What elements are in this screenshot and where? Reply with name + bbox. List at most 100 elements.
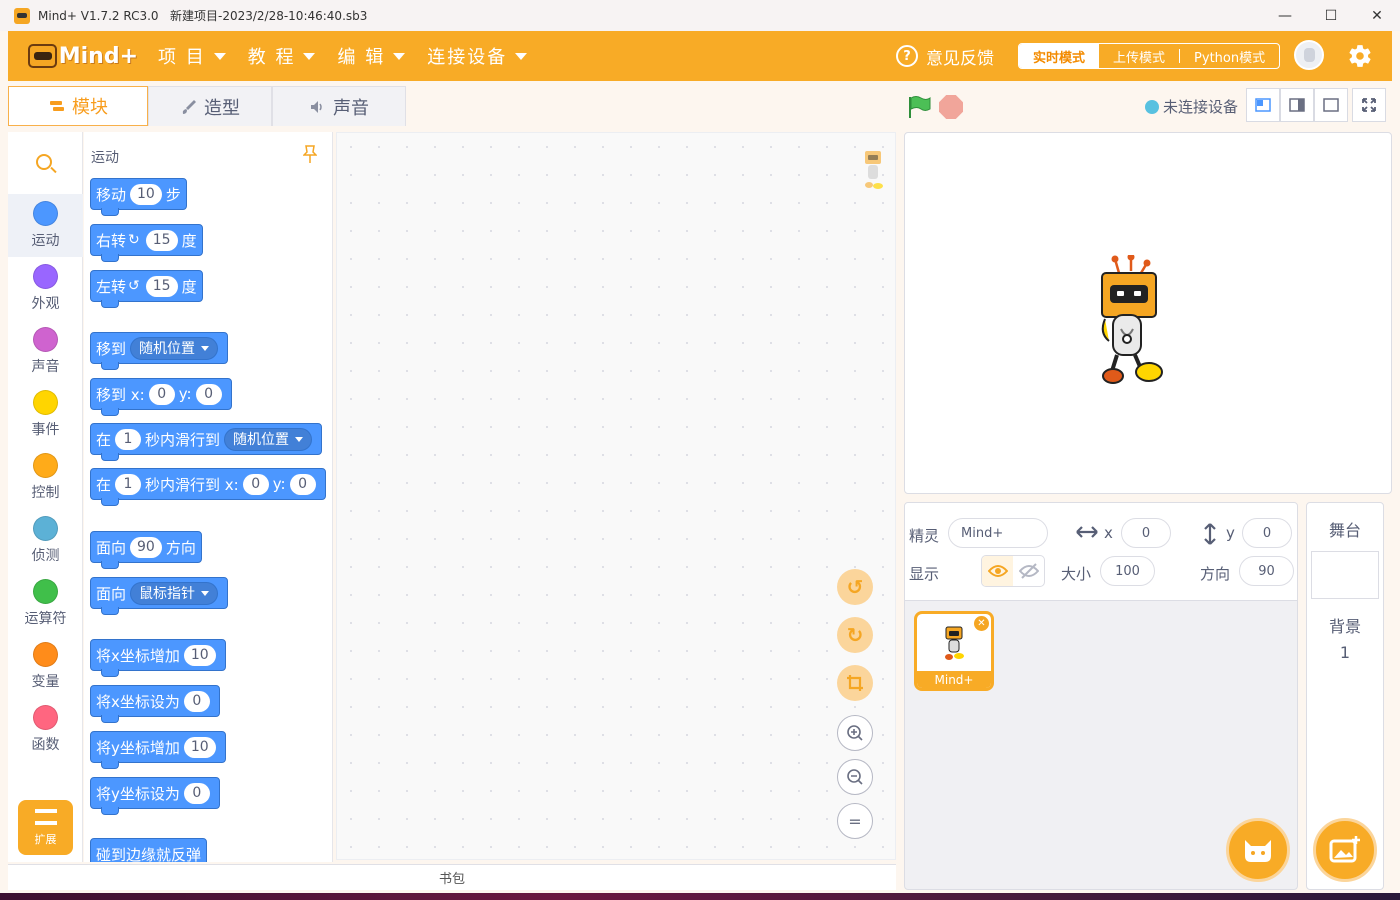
horizontal-arrows-icon [1076,526,1098,538]
looks-dot-icon [33,264,58,289]
block-set-y[interactable]: 将y坐标设为 0 [90,777,220,815]
block-turn-right[interactable]: 右转 ↻ 15 度 [90,224,203,262]
block-input[interactable]: 15 [145,229,178,251]
show-button[interactable] [982,556,1013,586]
block-input[interactable]: 1 [115,473,142,495]
backpack-bar[interactable]: 书包 [8,864,896,890]
block-goto-xy[interactable]: 移到 x: 0 y: 0 [90,378,232,416]
block-set-x[interactable]: 将x坐标设为 0 [90,685,220,723]
category-sound[interactable]: 声音 [8,320,83,383]
block-input[interactable]: 10 [183,644,216,666]
pin-icon[interactable] [303,144,317,164]
category-control[interactable]: 控制 [8,446,83,509]
menu-tutorial[interactable]: 教 程 [248,43,316,69]
stage-canvas[interactable] [904,132,1392,494]
hide-button[interactable] [1013,556,1044,586]
block-input[interactable]: 15 [145,275,178,297]
block-point-towards[interactable]: 面向 鼠标指针 [90,577,229,615]
large-stage-button[interactable] [1314,88,1348,122]
x-field[interactable]: 0 [1121,518,1171,548]
sprite-name-field[interactable]: Mind+ [948,518,1048,548]
rotate-left-icon: ↺ [128,278,140,294]
zoom-in-button[interactable] [837,715,873,751]
block-input[interactable]: 10 [130,183,162,205]
extensions-button[interactable]: 扩展 [18,800,73,855]
sprite-properties: 精灵 Mind+ x 0 y 0 显示 大小 100 方向 90 [905,503,1297,601]
tab-costumes[interactable]: 造型 [148,86,272,126]
fullscreen-button[interactable] [1352,88,1386,122]
tab-sounds[interactable]: 声音 [272,86,406,126]
size-field[interactable]: 100 [1100,556,1155,586]
block-goto[interactable]: 移到 随机位置 [90,332,229,370]
sprite-card[interactable]: ✕ Mind+ [914,611,994,691]
category-looks[interactable]: 外观 [8,257,83,320]
block-point-direction[interactable]: 面向 90 方向 [90,531,202,569]
menu-connect-device[interactable]: 连接设备 [427,43,528,69]
zoom-out-button[interactable] [837,759,873,795]
tab-blocks[interactable]: 模块 [8,86,148,126]
block-text: 移到 x: [96,385,145,404]
category-label: 运算符 [24,611,67,627]
block-change-x[interactable]: 将x坐标增加 10 [90,639,226,677]
category-functions[interactable]: 函数 [8,698,83,761]
zoom-in-icon [847,725,863,741]
block-input[interactable]: 0 [242,473,269,495]
block-dropdown[interactable]: 随机位置 [224,427,313,451]
stop-button[interactable] [939,95,963,119]
block-glide-xy[interactable]: 在 1 秒内滑行到 x: 0 y: 0 [90,468,326,506]
category-sensing[interactable]: 侦测 [8,509,83,572]
mode-switcher: 实时模式 上传模式 Python模式 [1018,43,1281,69]
block-input[interactable]: 0 [183,782,210,804]
block-input[interactable]: 0 [195,383,222,405]
block-turn-left[interactable]: 左转 ↺ 15 度 [90,270,203,308]
maximize-button[interactable]: ☐ [1308,0,1354,31]
category-motion[interactable]: 运动 [8,194,83,257]
category-label: 运动 [31,233,60,249]
block-input[interactable]: 0 [183,690,210,712]
mindplus-robot-sprite[interactable] [1097,255,1167,390]
block-glide-to[interactable]: 在 1 秒内滑行到 随机位置 [90,423,323,461]
feedback-button[interactable]: ? 意见反馈 [896,31,994,81]
mindplus-logo[interactable]: Mind+ [28,44,138,69]
zoom-reset-button[interactable]: = [837,803,873,839]
undo-button[interactable]: ↺ [837,569,873,605]
add-sprite-button[interactable] [1226,818,1290,882]
normal-stage-button[interactable] [1280,88,1314,122]
category-operators[interactable]: 运算符 [8,572,83,635]
close-button[interactable]: ✕ [1354,0,1400,31]
small-stage-button[interactable] [1246,88,1280,122]
block-input[interactable]: 90 [130,536,162,558]
category-label: 变量 [31,674,60,690]
block-input[interactable]: 0 [289,473,316,495]
direction-field[interactable]: 90 [1239,556,1294,586]
mode-upload[interactable]: 上传模式 [1099,44,1179,68]
redo-button[interactable]: ↻ [837,617,873,653]
delete-sprite-button[interactable]: ✕ [974,616,989,631]
mode-realtime[interactable]: 实时模式 [1019,44,1100,68]
settings-button[interactable] [1345,41,1375,71]
block-bounce-edge[interactable]: 碰到边缘就反弹 [90,838,208,862]
block-dropdown[interactable]: 鼠标指针 [130,581,219,605]
add-backdrop-button[interactable] [1313,818,1377,882]
category-variables[interactable]: 变量 [8,635,83,698]
block-move-steps[interactable]: 移动 10 步 [90,178,187,216]
block-change-y[interactable]: 将y坐标增加 10 [90,731,226,769]
mode-python[interactable]: Python模式 [1180,44,1279,68]
block-input[interactable]: 10 [183,736,216,758]
search-icon[interactable] [36,154,52,170]
minimize-button[interactable]: — [1262,0,1308,31]
eye-icon [987,565,1008,577]
block-input[interactable]: 1 [115,428,142,450]
y-field[interactable]: 0 [1242,518,1292,548]
block-dropdown[interactable]: 随机位置 [130,336,219,360]
category-events[interactable]: 事件 [8,383,83,446]
block-input[interactable]: 0 [148,383,175,405]
block-text: 将x坐标设为 [96,692,180,711]
script-workspace[interactable]: ↺ ↻ = [336,132,896,860]
user-avatar[interactable] [1294,40,1324,70]
crop-button[interactable] [837,665,873,701]
functions-dot-icon [33,705,58,730]
green-flag-button[interactable] [906,95,932,119]
menu-edit[interactable]: 编 辑 [337,43,406,69]
menu-project[interactable]: 项 目 [158,43,226,69]
